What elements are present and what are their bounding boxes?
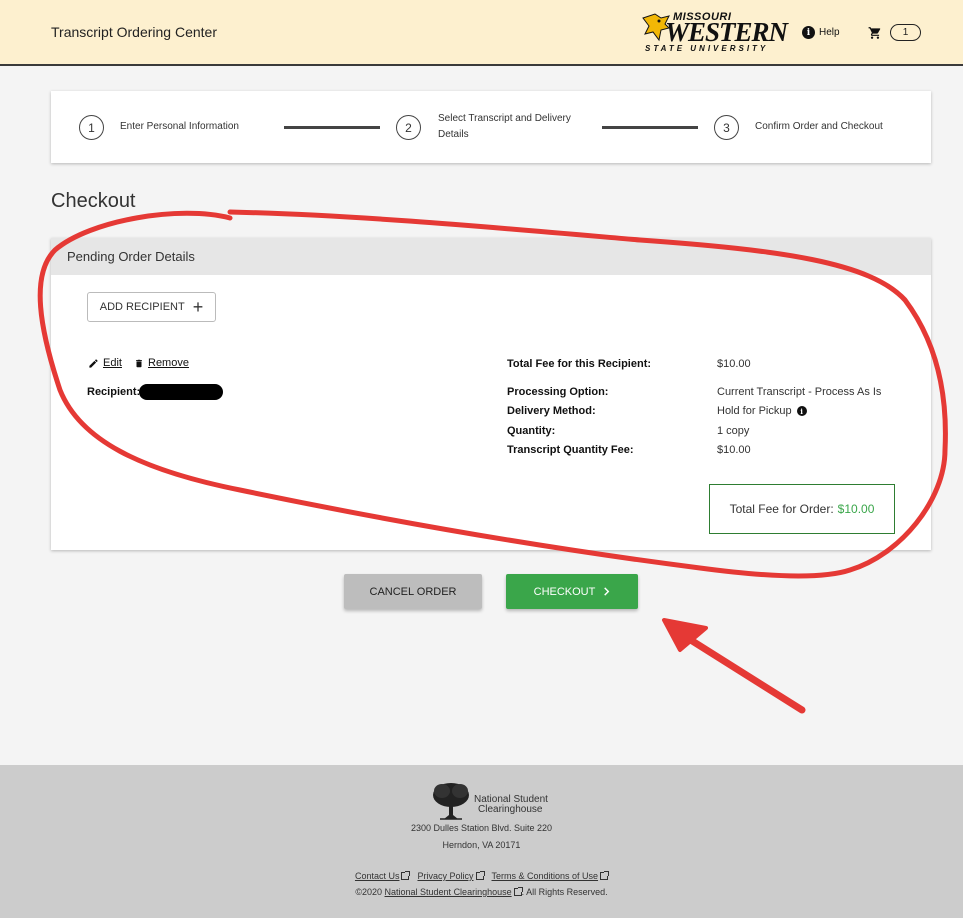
nsc-name: National Student Clearinghouse — [474, 795, 548, 815]
help-label: Help — [819, 27, 840, 38]
info-icon: i — [802, 26, 815, 39]
header-bar: Transcript Ordering Center MISSOURI WEST… — [0, 0, 963, 66]
privacy-policy-text: Privacy Policy — [417, 871, 474, 881]
detail-value-text: Hold for Pickup — [717, 405, 792, 417]
detail-value-text: $10.00 — [717, 444, 751, 456]
detail-key-quantity-fee: Transcript Quantity Fee: — [507, 444, 634, 456]
contact-us-text: Contact Us — [354, 871, 400, 881]
trash-icon — [136, 359, 142, 367]
edit-recipient-link[interactable]: Edit — [88, 357, 122, 369]
detail-key-delivery-method: Delivery Method: — [507, 405, 596, 417]
nsc-name-line2: Clearinghouse — [478, 804, 543, 815]
university-logo[interactable]: MISSOURI WESTERN STATE UNIVERSITY — [641, 10, 788, 56]
checkout-label: CHECKOUT — [533, 585, 596, 598]
detail-value-processing-option: Current Transcript - Process As Is — [717, 386, 881, 398]
recipient-label: Recipient: — [87, 386, 141, 398]
cancel-order-button[interactable]: CANCEL ORDER — [344, 574, 482, 609]
delivery-info-icon[interactable]: i — [796, 406, 807, 416]
annotation-arrow-head — [662, 618, 708, 652]
external-link-icon — [401, 871, 411, 880]
external-link-icon — [475, 871, 485, 880]
detail-value-text: 1 copy — [717, 425, 750, 437]
redacted-recipient-name — [139, 384, 223, 400]
order-total-label: Total Fee for Order: — [729, 502, 834, 516]
nsc-copyright-link[interactable]: National Student Clearinghouse — [385, 887, 512, 897]
app-title: Transcript Ordering Center — [51, 24, 217, 40]
step-1-label: Enter Personal Information — [120, 121, 239, 132]
detail-key-quantity: Quantity: — [507, 425, 556, 437]
privacy-policy-link[interactable]: Privacy Policy — [417, 871, 485, 881]
footer: National Student Clearinghouse 2300 Dull… — [0, 765, 963, 918]
copyright-suffix: . All Rights Reserved. — [521, 887, 608, 897]
address-line-2: Herndon, VA 20171 — [442, 840, 521, 850]
nsc-logo[interactable]: National Student Clearinghouse — [430, 781, 560, 823]
shopping-cart-icon — [868, 26, 881, 39]
edit-label: Edit — [103, 357, 122, 369]
order-total-box: Total Fee for Order: $10.00 — [709, 484, 895, 534]
help-link[interactable]: i Help — [802, 26, 840, 39]
step-connector — [284, 126, 380, 129]
step-2-label: Select Transcript and Delivery Details — [438, 113, 571, 140]
detail-value-quantity: 1 copy — [717, 425, 749, 437]
step-3-label: Confirm Order and Checkout — [755, 121, 883, 132]
detail-key-total-fee: Total Fee for this Recipient: — [507, 358, 652, 370]
remove-label: Remove — [148, 357, 189, 369]
step-connector — [602, 126, 698, 129]
detail-value-text: Current Transcript - Process As Is — [717, 386, 882, 398]
detail-value-total-fee: $10.00 — [717, 358, 751, 370]
remove-recipient-link[interactable]: Remove — [134, 357, 189, 369]
order-total-amount: $10.00 — [837, 502, 875, 516]
detail-value-quantity-fee: $10.00 — [717, 444, 751, 456]
progress-stepper: 1 Enter Personal Information 2 Select Tr… — [51, 91, 931, 163]
logo-state-university: STATE UNIVERSITY — [645, 44, 769, 53]
tree-logo-icon — [433, 783, 469, 820]
add-recipient-label: ADD RECIPIENT — [99, 301, 185, 313]
chevron-right-icon — [604, 587, 610, 596]
copyright: ©2020 National Student Clearinghouse . Al… — [0, 887, 963, 897]
detail-value-text: $10.00 — [717, 358, 751, 370]
card-header: Pending Order Details — [51, 238, 931, 275]
copyright-year: ©2020 — [355, 887, 382, 897]
step-3-number: 3 — [714, 115, 739, 140]
pencil-icon — [89, 358, 98, 368]
terms-text: Terms & Conditions of Use — [491, 871, 599, 881]
terms-link[interactable]: Terms & Conditions of Use — [491, 871, 610, 881]
external-link-icon — [600, 871, 610, 880]
detail-value-delivery-method: Hold for Pickup i — [717, 405, 807, 417]
add-recipient-button[interactable]: ADD RECIPIENT + — [87, 292, 216, 322]
cart-button[interactable]: 1 — [868, 24, 921, 41]
detail-key-processing-option: Processing Option: — [507, 386, 609, 398]
cart-count-badge: 1 — [890, 24, 921, 41]
page-title: Checkout — [51, 190, 136, 212]
step-1-number: 1 — [79, 115, 104, 140]
pending-order-card: Pending Order Details ADD RECIPIENT + Ed… — [51, 238, 931, 550]
contact-us-link[interactable]: Contact Us — [354, 871, 411, 881]
address-line-1: 2300 Dulles Station Blvd. Suite 220 — [410, 823, 553, 833]
external-link-icon — [513, 887, 523, 896]
plus-icon: + — [192, 297, 204, 317]
step-2-number: 2 — [396, 115, 421, 140]
checkout-button[interactable]: CHECKOUT — [506, 574, 638, 609]
footer-links: Contact Us Privacy Policy Terms & Condit… — [0, 871, 963, 881]
annotation-arrow-shaft — [674, 628, 806, 714]
